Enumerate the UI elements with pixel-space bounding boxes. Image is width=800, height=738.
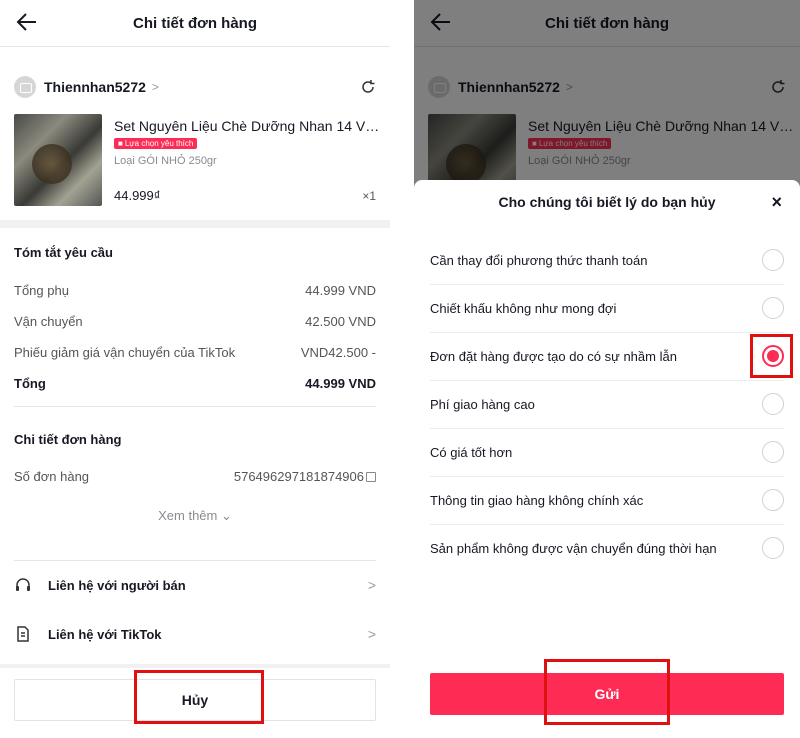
product-price: 44.999₫ <box>114 188 161 203</box>
shop-name: Thiennhan5272 <box>44 79 146 95</box>
reason-option-selected[interactable]: Đơn đặt hàng được tạo do có sự nhầm lẫn <box>414 332 800 380</box>
back-arrow-icon[interactable] <box>16 10 38 34</box>
order-number-value: 576496297181874906 <box>233 469 364 484</box>
order-detail-screen: Chi tiết đơn hàng Thiennhan5272 > Set Ng… <box>0 0 390 738</box>
radio-button[interactable] <box>762 489 784 511</box>
product-quantity: ×1 <box>362 189 376 203</box>
highlight-box <box>750 334 793 378</box>
row-value: VND42.500 - <box>300 345 376 360</box>
row-label: Tổng phụ <box>14 283 69 298</box>
radio-button[interactable] <box>762 441 784 463</box>
summary-row-subtotal: Tổng phụ 44.999 VND <box>14 283 376 298</box>
favorite-badge: ■Lựa chọn yêu thích <box>114 138 198 149</box>
radio-button[interactable] <box>762 249 784 271</box>
row-label: Vận chuyển <box>14 314 83 329</box>
bag-icon: ■ <box>118 139 123 148</box>
product-variant: Loại GÓI NHỎ 250gr <box>114 155 217 167</box>
reason-option[interactable]: Phí giao hàng cao <box>414 380 800 428</box>
radio-button[interactable] <box>762 537 784 559</box>
shop-link[interactable]: Thiennhan5272 > <box>14 76 159 98</box>
order-number[interactable]: 576496297181874906 <box>234 469 376 484</box>
reason-option[interactable]: Cần thay đổi phương thức thanh toán <box>414 236 800 284</box>
row-value: 42.500 VND <box>305 314 376 329</box>
summary-row-shipping: Vận chuyển 42.500 VND <box>14 314 376 329</box>
product-image[interactable] <box>14 114 102 206</box>
contact-seller-link[interactable]: Liên hệ với người bán > <box>14 570 376 600</box>
row-label: Tổng <box>14 376 46 391</box>
chevron-right-icon: > <box>367 626 376 642</box>
close-icon[interactable]: × <box>771 192 782 213</box>
reason-label: Sản phẩm không được vận chuyển đúng thời… <box>430 540 717 556</box>
details-title: Chi tiết đơn hàng <box>14 432 122 447</box>
radio-button[interactable] <box>762 297 784 319</box>
divider <box>14 560 376 561</box>
page-title: Chi tiết đơn hàng <box>133 14 257 32</box>
reason-option[interactable]: Chiết khấu không như mong đợi <box>414 284 800 332</box>
reason-label: Phí giao hàng cao <box>430 396 535 412</box>
highlight-box <box>134 670 264 724</box>
row-label: Phiếu giảm giá vận chuyển của TikTok <box>14 345 236 360</box>
contact-tiktok-label: Liên hệ với TikTok <box>48 626 162 642</box>
reason-label: Đơn đặt hàng được tạo do có sự nhầm lẫn <box>430 348 677 364</box>
row-value: 44.999 VND <box>305 283 376 298</box>
reason-option[interactable]: Thông tin giao hàng không chính xác <box>414 476 800 524</box>
copy-icon[interactable] <box>366 472 376 482</box>
sheet-title: Cho chúng tôi biết lý do bạn hủy <box>498 194 716 210</box>
section-divider <box>0 664 390 668</box>
reason-label: Chiết khấu không như mong đợi <box>430 300 617 316</box>
reason-label: Thông tin giao hàng không chính xác <box>430 492 644 508</box>
badge-label: Lựa chọn yêu thích <box>124 139 194 148</box>
row-value: 44.999 VND <box>305 376 376 391</box>
divider <box>0 46 390 47</box>
reason-label: Cần thay đổi phương thức thanh toán <box>430 252 648 268</box>
chevron-right-icon: > <box>367 577 376 593</box>
contact-tiktok-link[interactable]: Liên hệ với TikTok > <box>14 619 376 649</box>
highlight-box <box>544 659 670 725</box>
summary-title: Tóm tắt yêu cầu <box>14 245 113 260</box>
order-number-row: Số đơn hàng 576496297181874906 <box>14 469 376 484</box>
chevron-right-icon: > <box>151 80 159 94</box>
headset-icon <box>16 578 30 591</box>
see-more-link[interactable]: Xem thêm ⌄ <box>0 508 390 524</box>
reason-label: Có giá tốt hơn <box>430 444 513 460</box>
contact-seller-label: Liên hệ với người bán <box>48 577 186 593</box>
row-label: Số đơn hàng <box>14 469 90 484</box>
divider <box>14 406 376 407</box>
report-icon <box>17 626 29 642</box>
product-name[interactable]: Set Nguyên Liệu Chè Dưỡng Nhan 14 Vị... <box>114 118 380 134</box>
header: Chi tiết đơn hàng <box>0 0 390 46</box>
reason-option[interactable]: Có giá tốt hơn <box>414 428 800 476</box>
summary-row-total: Tổng 44.999 VND <box>14 376 376 391</box>
refresh-icon[interactable] <box>360 79 376 95</box>
screenshot-pair: Chi tiết đơn hàng Thiennhan5272 > Set Ng… <box>0 0 800 738</box>
radio-button[interactable] <box>762 393 784 415</box>
cancel-reason-screen: Chi tiết đơn hàng Thiennhan5272 > Set Ng… <box>414 0 800 738</box>
reason-option[interactable]: Sản phẩm không được vận chuyển đúng thời… <box>414 524 800 572</box>
summary-row-shipping-voucher: Phiếu giảm giá vận chuyển của TikTok VND4… <box>14 345 376 360</box>
shop-avatar-icon <box>14 76 36 98</box>
section-divider <box>0 220 390 228</box>
